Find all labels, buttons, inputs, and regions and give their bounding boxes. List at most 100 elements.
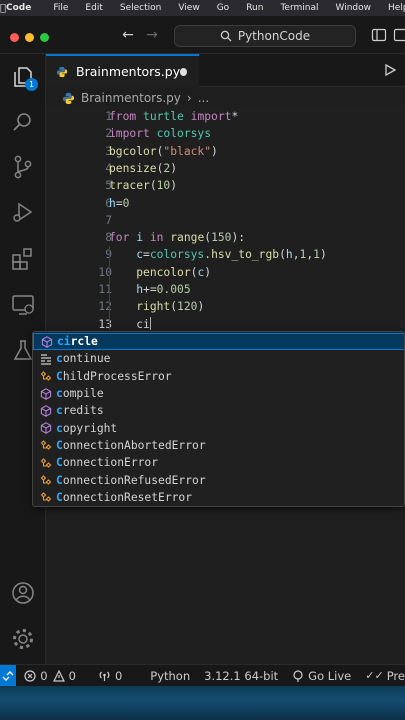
radio-tower-icon (293, 669, 303, 682)
line-number: 1 (105, 110, 112, 123)
suggestion-label: copyright (56, 422, 117, 435)
menu-edit[interactable]: Edit (85, 3, 102, 13)
method-cube-icon (37, 335, 57, 348)
run-python-file-icon[interactable] (384, 64, 396, 76)
code-token: 10 (156, 179, 171, 193)
toggle-sidebar-icon[interactable] (371, 27, 387, 43)
suggestion-item[interactable]: ChildProcessError (33, 368, 404, 385)
settings-gear-icon[interactable] (10, 626, 36, 652)
code-token: ) (204, 265, 212, 279)
code-line[interactable]: 2 import colorsys (46, 125, 405, 142)
macos-menu-bar:  Code File Edit Selection View Go Run T… (0, 0, 405, 16)
error-icon (24, 669, 36, 682)
code-token: 0.005 (156, 283, 191, 296)
suggestion-rest: rcle (70, 335, 98, 349)
suggestion-label: ConnectionRefusedError (56, 474, 206, 487)
code-line[interactable]: 1 from turtle import* (46, 108, 405, 125)
tab-brainmentors-py[interactable]: Brainmentors.py (46, 54, 199, 87)
suggestion-item[interactable]: continue (33, 350, 404, 367)
menu-run[interactable]: Run (246, 3, 263, 13)
suggestion-label: compile (56, 387, 104, 400)
suggestion-match: C (56, 490, 63, 504)
code-line[interactable]: 5 tracer(10) (46, 177, 405, 194)
code-line[interactable]: 4 pensize(2) (46, 160, 405, 177)
warning-icon (52, 669, 65, 682)
command-center-search[interactable]: PythonCode (174, 25, 356, 47)
class-icon (36, 491, 56, 503)
error-count: 0 (40, 668, 48, 683)
breadcrumb-more[interactable]: ... (198, 91, 209, 105)
menu-go[interactable]: Go (217, 3, 229, 13)
suggestion-item[interactable]: ConnectionRefusedError (33, 471, 404, 488)
unsaved-dot-icon[interactable] (180, 67, 187, 76)
code-line[interactable]: 9 c=colorsys.hsv_to_rgb(h,1,1) (46, 246, 405, 263)
suggestion-item[interactable]: credits (33, 402, 404, 419)
remote-indicator[interactable] (0, 665, 17, 686)
suggestion-item[interactable]: ConnectionError (33, 454, 404, 471)
breadcrumb-file[interactable]: Brainmentors.py (81, 91, 181, 105)
code-token: = (115, 196, 123, 210)
code-line[interactable]: 7 (46, 212, 405, 229)
minimize-window-button[interactable] (25, 33, 34, 42)
code-token: h (109, 196, 116, 210)
extensions-icon[interactable] (10, 246, 36, 272)
code-token: ci (109, 317, 150, 331)
suggestion-rest: onnectionError (62, 456, 159, 470)
code-token: 1 (313, 248, 320, 262)
suggestion-label: ConnectionAbortedError (56, 439, 206, 452)
suggestion-label: ChildProcessError (56, 370, 172, 383)
code-token: bgcolor (109, 144, 157, 158)
back-arrow-icon[interactable]: ← (118, 25, 138, 45)
search-icon[interactable] (10, 109, 36, 135)
suggestion-item[interactable]: circle (33, 333, 404, 351)
suggestion-match: c (56, 421, 63, 435)
go-live-label: Go Live (308, 668, 352, 683)
python-interpreter[interactable]: 3.12.1 64-bit (204, 669, 278, 683)
language-mode[interactable]: Python (150, 669, 190, 683)
search-icon (220, 30, 232, 42)
menu-view[interactable]: View (178, 3, 199, 13)
menu-terminal[interactable]: Terminal (280, 3, 318, 13)
code-token: for (109, 231, 130, 245)
run-and-debug-icon[interactable] (10, 199, 36, 225)
suggestion-item[interactable]: copyright (33, 420, 404, 437)
code-token: colorsys (149, 248, 205, 262)
code-text: h+=0.005 (109, 281, 191, 298)
menu-help[interactable]: Help (388, 3, 405, 13)
problems-status[interactable]: 0 0 (24, 669, 76, 683)
ports-status[interactable]: 0 (98, 669, 122, 683)
forward-arrow-icon[interactable]: → (142, 25, 162, 45)
suggestion-rest: onnectionAbortedError (62, 438, 206, 452)
menu-file[interactable]: File (53, 3, 68, 13)
suggestion-item[interactable]: ConnectionAbortedError (33, 437, 404, 454)
menu-window[interactable]: Window (336, 3, 372, 13)
suggestion-rest: opyright (62, 421, 118, 435)
zoom-window-button[interactable] (40, 33, 49, 42)
source-control-icon[interactable] (10, 154, 36, 180)
suggestion-match: c (56, 404, 63, 418)
toggle-panel-icon[interactable] (393, 27, 405, 43)
suggestion-label: continue (56, 352, 110, 365)
close-window-button[interactable] (10, 33, 19, 42)
suggestion-item[interactable]: ConnectionResetError (33, 489, 404, 506)
code-line[interactable]: 11 h+=0.005 (46, 281, 405, 298)
remote-explorer-icon[interactable] (10, 292, 36, 318)
code-text: c=colorsys.hsv_to_rgb(h,1,1) (109, 246, 327, 263)
python-file-icon (62, 92, 75, 104)
suggestion-item[interactable]: compile (33, 385, 404, 402)
code-line[interactable]: 12 right(120) (46, 298, 405, 315)
code-line[interactable]: 8 for i in range(150): (46, 229, 405, 246)
title-bar: ← → PythonCode (0, 16, 405, 54)
accounts-icon[interactable] (10, 580, 36, 606)
keyword-icon (36, 353, 56, 365)
menu-selection[interactable]: Selection (120, 3, 161, 13)
code-line[interactable]: 6 h=0 (46, 195, 405, 212)
go-live-button[interactable]: Go Live (292, 669, 351, 683)
code-line[interactable]: 10 pencolor(c) (46, 264, 405, 281)
prettier-status[interactable]: ✓✓ Pre (365, 669, 405, 683)
code-token: c (109, 248, 144, 262)
code-line[interactable]: 3 bgcolor("black") (46, 143, 405, 160)
code-token: ) (170, 179, 178, 193)
menu-app-name[interactable]: Code (6, 3, 31, 13)
suggestion-rest: redits (62, 404, 104, 418)
